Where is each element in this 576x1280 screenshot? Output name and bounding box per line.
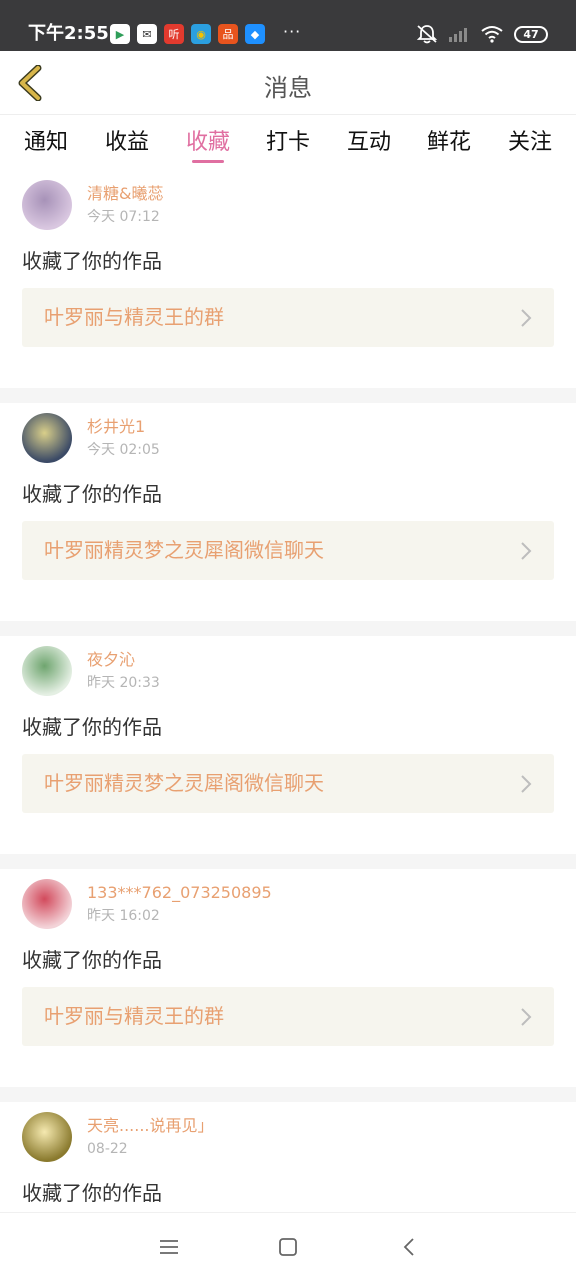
card-divider bbox=[0, 388, 576, 403]
username[interactable]: 清糖&曦蕊 bbox=[87, 184, 163, 204]
avatar[interactable] bbox=[22, 180, 72, 230]
tab-bar: 通知 收益 收藏 打卡 互动 鲜花 关注 bbox=[0, 116, 576, 166]
work-link[interactable]: 叶罗丽与精灵王的群 bbox=[22, 288, 554, 347]
page-title: 消息 bbox=[264, 74, 312, 102]
action-text: 收藏了你的作品 bbox=[22, 249, 162, 273]
work-title: 叶罗丽与精灵王的群 bbox=[44, 1004, 224, 1028]
avatar[interactable] bbox=[22, 1112, 72, 1162]
avatar[interactable] bbox=[22, 413, 72, 463]
home-square-icon bbox=[279, 1238, 297, 1256]
tab-3[interactable]: 收藏 bbox=[173, 124, 243, 156]
action-text: 收藏了你的作品 bbox=[22, 948, 162, 972]
play-store-icon: ▶ bbox=[110, 24, 130, 44]
tab-6[interactable]: 鲜花 bbox=[414, 124, 484, 156]
menu-button[interactable] bbox=[155, 1233, 183, 1261]
tab-1[interactable]: 通知 bbox=[11, 124, 81, 156]
shop-app-icon: 品 bbox=[218, 24, 238, 44]
notification-card: 夜夕沁昨天 20:33 收藏了你的作品叶罗丽精灵梦之灵犀阁微信聊天 bbox=[0, 636, 576, 854]
avatar[interactable] bbox=[22, 646, 72, 696]
timestamp: 今天 02:05 bbox=[87, 442, 160, 458]
timestamp: 昨天 16:02 bbox=[87, 908, 160, 924]
status-bar: 下午2:55 ▶ ✉ 听 ◉ 品 ◆ ··· 47 bbox=[0, 0, 576, 51]
back-chevron-icon bbox=[403, 1238, 414, 1256]
active-tab-indicator bbox=[192, 160, 224, 163]
system-nav-bar bbox=[0, 1212, 576, 1280]
chevron-right-icon bbox=[521, 1008, 532, 1026]
notification-card: 133***762_073250895 昨天 16:02 收藏了你的作品叶罗丽与精灵… bbox=[0, 869, 576, 1087]
battery-level: 47 bbox=[523, 27, 539, 41]
menu-icon bbox=[160, 1240, 178, 1254]
weibo-app-icon: ◉ bbox=[191, 24, 211, 44]
work-title: 叶罗丽精灵梦之灵犀阁微信聊天 bbox=[44, 771, 324, 795]
chat-app-icon: ◆ bbox=[245, 24, 265, 44]
tab-2[interactable]: 收益 bbox=[92, 124, 162, 156]
battery-indicator: 47 bbox=[514, 25, 548, 43]
system-status: 47 bbox=[416, 24, 548, 44]
work-link[interactable]: 叶罗丽与精灵王的群 bbox=[22, 987, 554, 1046]
mute-alarm-icon bbox=[416, 25, 438, 44]
username[interactable]: 天亮......说再见」 bbox=[87, 1116, 214, 1136]
notification-card: 清糖&曦蕊今天 07:12 收藏了你的作品叶罗丽与精灵王的群 bbox=[0, 170, 576, 388]
username[interactable]: 杉井光1 bbox=[87, 417, 145, 437]
timestamp: 08-22 bbox=[87, 1141, 128, 1157]
status-time: 下午2:55 bbox=[28, 23, 109, 44]
wifi-icon bbox=[481, 26, 503, 43]
home-button[interactable] bbox=[274, 1233, 302, 1261]
work-title: 叶罗丽精灵梦之灵犀阁微信聊天 bbox=[44, 538, 324, 562]
avatar[interactable] bbox=[22, 879, 72, 929]
signal-icon bbox=[449, 28, 467, 42]
tab-5[interactable]: 互动 bbox=[334, 124, 404, 156]
card-divider bbox=[0, 621, 576, 636]
action-text: 收藏了你的作品 bbox=[22, 715, 162, 739]
more-icon: ··· bbox=[283, 22, 302, 41]
username[interactable]: 133***762_073250895 bbox=[87, 883, 272, 903]
notification-icons: ▶ ✉ 听 ◉ 品 ◆ bbox=[110, 24, 265, 44]
chevron-right-icon bbox=[521, 542, 532, 560]
timestamp: 昨天 20:33 bbox=[87, 675, 160, 691]
mail-app-icon: ✉ bbox=[137, 24, 157, 44]
action-text: 收藏了你的作品 bbox=[22, 482, 162, 506]
action-text: 收藏了你的作品 bbox=[22, 1181, 162, 1205]
tab-4[interactable]: 打卡 bbox=[253, 124, 323, 156]
chevron-right-icon bbox=[521, 775, 532, 793]
work-link[interactable]: 叶罗丽精灵梦之灵犀阁微信聊天 bbox=[22, 754, 554, 813]
work-title: 叶罗丽与精灵王的群 bbox=[44, 305, 224, 329]
username[interactable]: 夜夕沁 bbox=[87, 650, 135, 670]
work-link[interactable]: 叶罗丽精灵梦之灵犀阁微信聊天 bbox=[22, 521, 554, 580]
header: 消息 bbox=[0, 51, 576, 115]
notification-card: 杉井光1 今天 02:05 收藏了你的作品叶罗丽精灵梦之灵犀阁微信聊天 bbox=[0, 403, 576, 621]
chevron-right-icon bbox=[521, 309, 532, 327]
system-back-button[interactable] bbox=[395, 1233, 423, 1261]
card-divider bbox=[0, 854, 576, 869]
tab-7[interactable]: 关注 bbox=[495, 124, 565, 156]
notification-list: 清糖&曦蕊 今天 07:12 收藏了你的作品 叶罗丽与精灵王的群 杉井光1 今天 02:0… bbox=[0, 170, 576, 1280]
card-divider bbox=[0, 1087, 576, 1102]
timestamp: 今天 07:12 bbox=[87, 209, 160, 225]
listen-app-icon: 听 bbox=[164, 24, 184, 44]
